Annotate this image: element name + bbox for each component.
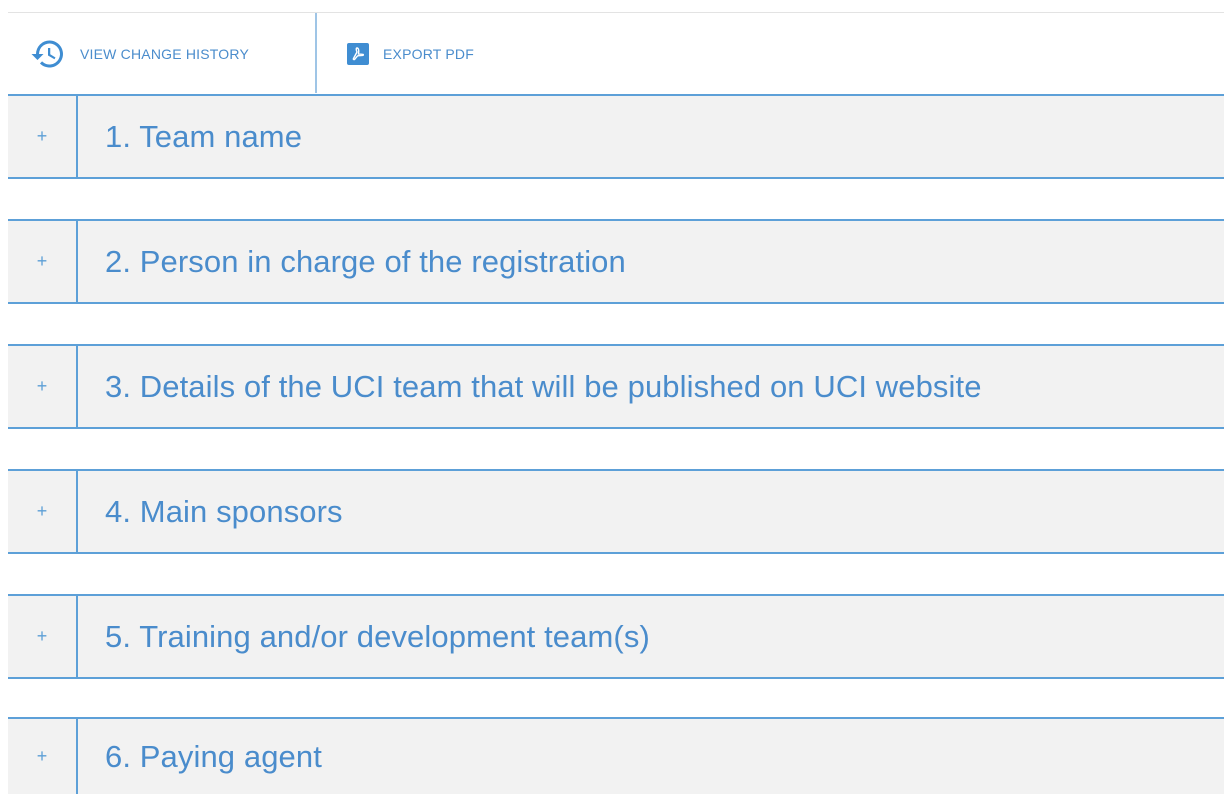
expand-toggle[interactable]: +	[8, 221, 78, 302]
section-title: 5. Training and/or development team(s)	[105, 618, 650, 654]
history-icon	[30, 36, 66, 72]
section-main-sponsors[interactable]: + 4. Main sponsors	[8, 469, 1224, 554]
section-title: 6. Paying agent	[105, 738, 322, 774]
expand-toggle[interactable]: +	[8, 596, 78, 677]
section-team-name[interactable]: + 1. Team name	[8, 94, 1224, 179]
section-title: 1. Team name	[105, 118, 303, 154]
export-pdf-button[interactable]: EXPORT PDF	[317, 13, 474, 94]
expand-toggle[interactable]: +	[8, 471, 78, 552]
page: VIEW CHANGE HISTORY EXPORT PDF + 1. Team…	[0, 0, 1224, 794]
section-person-in-charge[interactable]: + 2. Person in charge of the registratio…	[8, 219, 1224, 304]
view-change-history-button[interactable]: VIEW CHANGE HISTORY	[8, 13, 315, 94]
section-paying-agent[interactable]: + 6. Paying agent	[8, 717, 1224, 794]
section-training-development-teams[interactable]: + 5. Training and/or development team(s)	[8, 594, 1224, 679]
expand-toggle[interactable]: +	[8, 96, 78, 177]
section-uci-team-details[interactable]: + 3. Details of the UCI team that will b…	[8, 344, 1224, 429]
section-title: 4. Main sponsors	[105, 493, 343, 529]
section-title: 3. Details of the UCI team that will be …	[105, 368, 982, 404]
pdf-icon	[347, 42, 369, 65]
expand-toggle[interactable]: +	[8, 719, 78, 794]
view-change-history-label: VIEW CHANGE HISTORY	[80, 45, 249, 62]
expand-toggle[interactable]: +	[8, 346, 78, 427]
export-pdf-label: EXPORT PDF	[383, 45, 474, 62]
section-title: 2. Person in charge of the registration	[105, 243, 626, 279]
toolbar: VIEW CHANGE HISTORY EXPORT PDF	[8, 12, 1224, 94]
